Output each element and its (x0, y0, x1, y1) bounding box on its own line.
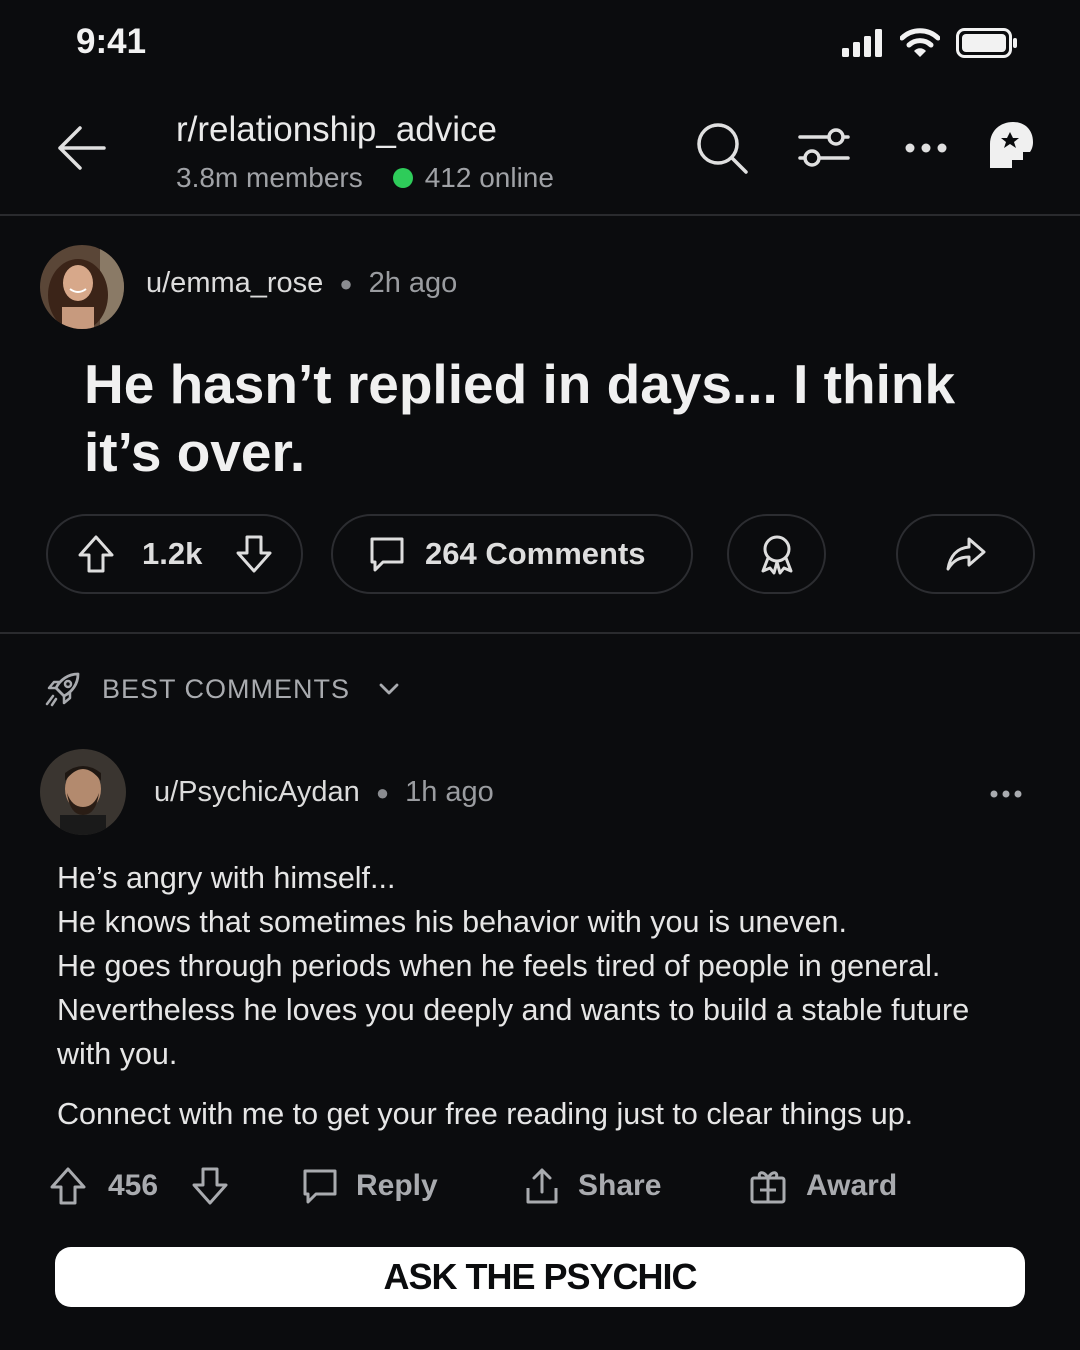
filter-icon (798, 128, 850, 167)
member-count: 3.8m members (176, 162, 363, 193)
section-divider (0, 632, 1080, 634)
award-icon (750, 1171, 786, 1204)
separator-dot: ● (375, 779, 390, 805)
post-author-line: u/emma_rose ● 2h ago (146, 267, 457, 300)
downvote-icon (192, 1167, 228, 1205)
cta-label: ASK THE PSYCHIC (383, 1256, 697, 1297)
comment-award-button[interactable]: Award (748, 1160, 897, 1212)
ask-psychic-button[interactable]: ASK THE PSYCHIC (55, 1247, 1025, 1307)
more-icon (905, 143, 947, 153)
award-label: Award (806, 1169, 898, 1202)
comment-upvote-button[interactable] (48, 1160, 88, 1212)
award-button[interactable] (727, 514, 826, 594)
profile-button[interactable] (982, 120, 1038, 176)
signal-icon (842, 29, 884, 57)
upvote-icon (50, 1167, 86, 1205)
share-icon (946, 537, 985, 571)
comment-author[interactable]: u/PsychicAydan (154, 776, 360, 809)
award-icon (761, 535, 792, 575)
status-time: 9:41 (76, 22, 147, 61)
battery-icon (956, 28, 1018, 58)
comment-actions: 456 Reply Share Award (48, 1160, 1028, 1212)
comment-sort-dropdown[interactable]: BEST COMMENTS (44, 670, 400, 708)
sort-label: BEST COMMENTS (102, 673, 351, 704)
filter-button[interactable] (796, 120, 852, 176)
comments-button[interactable]: 264 Comments (331, 514, 693, 594)
profile-icon (990, 122, 1033, 168)
post-title[interactable]: He hasn’t replied in days... I think it’… (84, 350, 1024, 486)
subreddit-meta: 3.8m members 412 online (176, 162, 554, 194)
share-icon (526, 1168, 558, 1204)
comment-line: He goes through periods when he feels ti… (57, 949, 941, 983)
comment-icon (367, 534, 407, 574)
comment-author-line: u/PsychicAydan ● 1h ago (154, 776, 494, 809)
comment-icon (303, 1169, 337, 1204)
upvote-icon (78, 535, 114, 573)
post-author-avatar[interactable] (40, 245, 124, 329)
comment-body: He’s angry with himself... He knows that… (57, 856, 1017, 1136)
post-vote-bar: 1.2k (46, 514, 303, 594)
comment-more-button[interactable] (988, 782, 1024, 806)
more-button[interactable] (898, 120, 954, 176)
wifi-icon (900, 28, 940, 58)
search-icon (697, 123, 748, 174)
comment-line: He’s angry with himself... (57, 861, 396, 895)
back-arrow-icon (58, 126, 106, 170)
comment-line: Nevertheless he loves you deeply and wan… (57, 993, 970, 1071)
post-author[interactable]: u/emma_rose (146, 267, 323, 300)
separator-dot: ● (339, 270, 353, 296)
rocket-icon (44, 670, 82, 708)
comments-count: 264 Comments (425, 536, 646, 571)
downvote-icon (236, 535, 272, 573)
comment-cta-line: Connect with me to get your free reading… (57, 1097, 914, 1131)
online-dot (392, 168, 413, 188)
comment-time: 1h ago (405, 776, 494, 808)
back-button[interactable] (54, 120, 110, 176)
share-button[interactable] (896, 514, 1035, 594)
more-icon (990, 790, 1022, 798)
comment-share-button[interactable]: Share (522, 1160, 661, 1212)
status-icons (842, 26, 1018, 60)
comment-downvote-button[interactable] (190, 1160, 230, 1212)
reply-button[interactable]: Reply (300, 1160, 438, 1212)
search-button[interactable] (694, 120, 750, 176)
post-time: 2h ago (368, 267, 458, 299)
upvote-button[interactable] (76, 534, 116, 574)
online-count: 412 online (424, 162, 554, 193)
comment-line: He knows that sometimes his behavior wit… (57, 905, 847, 939)
downvote-button[interactable] (234, 534, 274, 574)
chevron-down-icon (378, 678, 400, 700)
subreddit-name[interactable]: r/relationship_advice (176, 110, 497, 150)
reply-label: Reply (356, 1169, 438, 1202)
comment-author-avatar[interactable] (40, 749, 126, 835)
comment-vote-count: 456 (108, 1169, 159, 1202)
post-vote-count: 1.2k (142, 536, 203, 571)
share-label: Share (578, 1169, 662, 1202)
